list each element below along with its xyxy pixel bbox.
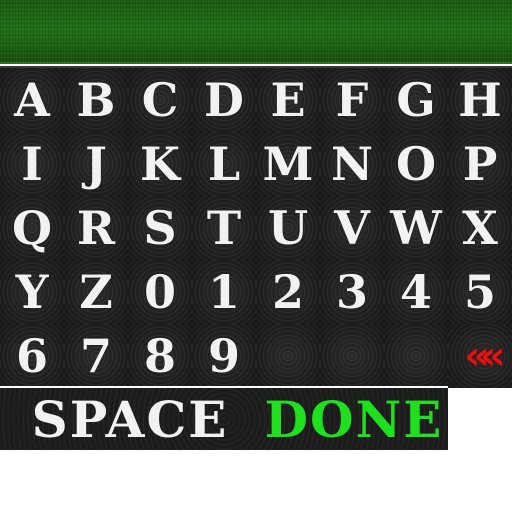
key-grid: A B C D E F G H I J K L M N O P Q R S T … [0, 68, 512, 388]
key-y[interactable]: Y [0, 260, 64, 324]
virtual-keyboard-screen: A B C D E F G H I J K L M N O P Q R S T … [0, 0, 512, 512]
key-u[interactable]: U [256, 196, 320, 260]
key-d[interactable]: D [192, 68, 256, 132]
key-s[interactable]: S [128, 196, 192, 260]
key-v[interactable]: V [320, 196, 384, 260]
key-g[interactable]: G [384, 68, 448, 132]
key-t[interactable]: T [192, 196, 256, 260]
key-h[interactable]: H [448, 68, 512, 132]
key-9[interactable]: 9 [192, 324, 256, 388]
empty-key-slot [320, 324, 384, 388]
key-7[interactable]: 7 [64, 324, 128, 388]
key-1[interactable]: 1 [192, 260, 256, 324]
key-2[interactable]: 2 [256, 260, 320, 324]
key-e[interactable]: E [256, 68, 320, 132]
key-o[interactable]: O [384, 132, 448, 196]
key-m[interactable]: M [256, 132, 320, 196]
key-r[interactable]: R [64, 196, 128, 260]
key-k[interactable]: K [128, 132, 192, 196]
key-5[interactable]: 5 [448, 260, 512, 324]
key-j[interactable]: J [64, 132, 128, 196]
key-w[interactable]: W [384, 196, 448, 260]
key-q[interactable]: Q [0, 196, 64, 260]
key-6[interactable]: 6 [0, 324, 64, 388]
key-3[interactable]: 3 [320, 260, 384, 324]
empty-key-slot [256, 324, 320, 388]
key-i[interactable]: I [0, 132, 64, 196]
key-f[interactable]: F [320, 68, 384, 132]
key-8[interactable]: 8 [128, 324, 192, 388]
action-row: SPACE DONE [0, 386, 448, 450]
done-button[interactable]: DONE [262, 388, 446, 450]
key-b[interactable]: B [64, 68, 128, 132]
key-a[interactable]: A [0, 68, 64, 132]
key-z[interactable]: Z [64, 260, 128, 324]
backspace-chevrons-icon: « [480, 333, 506, 379]
backspace-button[interactable]: «« [448, 324, 512, 388]
space-button[interactable]: SPACE [20, 388, 240, 450]
key-l[interactable]: L [192, 132, 256, 196]
text-display [0, 0, 512, 64]
key-p[interactable]: P [448, 132, 512, 196]
key-4[interactable]: 4 [384, 260, 448, 324]
empty-key-slot [384, 324, 448, 388]
key-n[interactable]: N [320, 132, 384, 196]
key-c[interactable]: C [128, 68, 192, 132]
key-0[interactable]: 0 [128, 260, 192, 324]
key-x[interactable]: X [448, 196, 512, 260]
keyboard-panel: A B C D E F G H I J K L M N O P Q R S T … [0, 66, 512, 388]
backspace-chevrons-icon: « [464, 333, 490, 379]
